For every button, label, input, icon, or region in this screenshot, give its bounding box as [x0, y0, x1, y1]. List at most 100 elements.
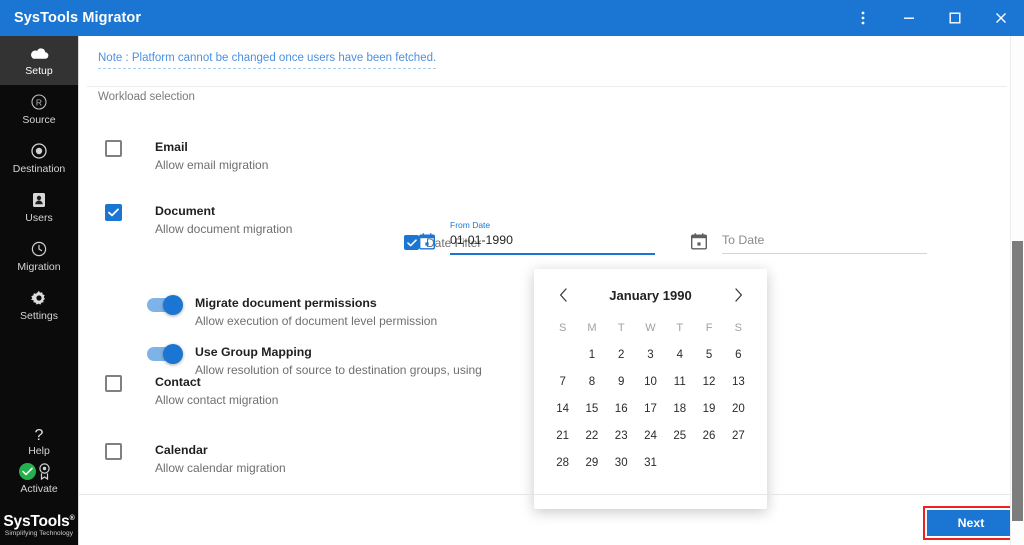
- date-picker-popup[interactable]: January 1990 S M T W T F S 1 2 3 4 5 6 7 8 9 10 11 12 13 14 1…: [534, 269, 767, 509]
- minimize-icon[interactable]: [886, 0, 932, 36]
- sidebar-item-source[interactable]: R Source: [0, 85, 78, 134]
- toggle-title: Migrate document permissions: [195, 296, 377, 310]
- title-bar: SysTools Migrator: [0, 0, 1024, 36]
- brand-logo: SysTools® Simplifying Technology: [0, 513, 78, 543]
- brand-trademark: ®: [69, 514, 75, 522]
- calendar-day[interactable]: 2: [607, 344, 636, 366]
- workload-subtitle: Allow document migration: [155, 222, 293, 236]
- toggle-migrate-permissions[interactable]: [147, 295, 183, 315]
- calendar-day[interactable]: 18: [665, 398, 694, 420]
- calendar-day[interactable]: 9: [607, 371, 636, 393]
- chevron-left-icon[interactable]: [552, 284, 574, 306]
- scrollbar-thumb[interactable]: [1012, 241, 1023, 521]
- footer-divider: [79, 494, 1024, 495]
- calendar-day[interactable]: 14: [548, 398, 577, 420]
- calendar-day[interactable]: 13: [724, 371, 753, 393]
- toggle-knob: [163, 295, 183, 315]
- workload-subtitle: Allow contact migration: [155, 393, 279, 407]
- calendar-day[interactable]: 5: [694, 344, 723, 366]
- calendar-day[interactable]: 15: [577, 398, 606, 420]
- sidebar-item-settings[interactable]: Settings: [0, 281, 78, 330]
- calendar-day[interactable]: 8: [577, 371, 606, 393]
- sidebar-item-destination[interactable]: Destination: [0, 134, 78, 183]
- sidebar: Setup R Source Destination Users Migrati…: [0, 36, 78, 545]
- from-date-field[interactable]: From Date 01-01-1990: [418, 220, 655, 255]
- note-bar: Note : Platform cannot be changed once u…: [79, 36, 1024, 86]
- calendar-day[interactable]: 24: [636, 425, 665, 447]
- to-date-input[interactable]: To Date: [722, 233, 764, 247]
- sidebar-item-migration[interactable]: Migration: [0, 232, 78, 281]
- calendar-icon[interactable]: [690, 233, 708, 255]
- date-picker-header: January 1990: [548, 281, 753, 309]
- next-button-highlight: Next: [923, 506, 1019, 540]
- app-title: SysTools Migrator: [14, 10, 142, 26]
- calendar-day[interactable]: 10: [636, 371, 665, 393]
- calendar-day[interactable]: 12: [694, 371, 723, 393]
- calendar-day[interactable]: 3: [636, 344, 665, 366]
- brand-name: SysTools®: [3, 513, 74, 531]
- menu-icon[interactable]: [840, 0, 886, 36]
- calendar-day[interactable]: 20: [724, 398, 753, 420]
- from-date-input[interactable]: 01-01-1990: [450, 233, 513, 247]
- calendar-day[interactable]: 29: [577, 452, 606, 474]
- destination-icon: [31, 143, 47, 160]
- calendar-dow: F: [705, 322, 713, 334]
- calendar-dow: T: [676, 322, 684, 334]
- close-icon[interactable]: [978, 0, 1024, 36]
- calendar-day[interactable]: 21: [548, 425, 577, 447]
- workload-row-email[interactable]: Email Allow email migration: [105, 140, 268, 173]
- sidebar-item-label: Destination: [12, 162, 66, 175]
- calendar-day[interactable]: 11: [665, 371, 694, 393]
- toggle-knob: [163, 344, 183, 364]
- calendar-day[interactable]: 30: [607, 452, 636, 474]
- chevron-right-icon[interactable]: [727, 284, 749, 306]
- calendar-dow: S: [558, 322, 567, 334]
- calendar-day[interactable]: 23: [607, 425, 636, 447]
- sidebar-item-activate[interactable]: Activate: [19, 463, 59, 495]
- sidebar-item-help[interactable]: ? Help: [28, 428, 50, 458]
- toggle-row-group-mapping[interactable]: Use Group Mapping Allow resolution of so…: [147, 344, 482, 378]
- maximize-icon[interactable]: [932, 0, 978, 36]
- toggle-row-migrate-permissions[interactable]: Migrate document permissions Allow execu…: [147, 295, 437, 329]
- workload-row-contact[interactable]: Contact Allow contact migration: [105, 375, 278, 408]
- clock-icon: [31, 241, 47, 258]
- checkbox-date-filter[interactable]: [404, 235, 419, 250]
- calendar-day[interactable]: 28: [548, 452, 577, 474]
- date-picker-title[interactable]: January 1990: [609, 288, 691, 303]
- calendar-dow: W: [645, 322, 656, 334]
- calendar-day[interactable]: 16: [607, 398, 636, 420]
- help-label: Help: [28, 445, 50, 457]
- calendar-day[interactable]: 25: [665, 425, 694, 447]
- calendar-day[interactable]: 19: [694, 398, 723, 420]
- next-button[interactable]: Next: [927, 510, 1015, 536]
- sidebar-item-users[interactable]: Users: [0, 183, 78, 232]
- toggle-group-mapping[interactable]: [147, 344, 183, 364]
- calendar-day[interactable]: 7: [548, 371, 577, 393]
- checkbox-calendar[interactable]: [105, 443, 122, 460]
- calendar-icon[interactable]: [418, 233, 436, 255]
- checkbox-contact[interactable]: [105, 375, 122, 392]
- sidebar-item-label: Migration: [17, 260, 61, 273]
- calendar-day[interactable]: 6: [724, 344, 753, 366]
- to-date-field[interactable]: To Date: [690, 233, 927, 255]
- calendar-day[interactable]: 27: [724, 425, 753, 447]
- checkbox-document[interactable]: [105, 204, 122, 221]
- calendar-day[interactable]: 17: [636, 398, 665, 420]
- calendar-day[interactable]: 22: [577, 425, 606, 447]
- sidebar-item-setup[interactable]: Setup: [0, 36, 78, 85]
- calendar-day[interactable]: 1: [577, 344, 606, 366]
- calendar-day-blank: [548, 344, 577, 366]
- sidebar-item-label: Source: [22, 113, 56, 126]
- to-date-underline: [722, 253, 927, 254]
- calendar-day[interactable]: 31: [636, 452, 665, 474]
- checkbox-email[interactable]: [105, 140, 122, 157]
- calendar-day[interactable]: 26: [694, 425, 723, 447]
- workload-subtitle: Allow email migration: [155, 158, 269, 172]
- from-date-underline: [450, 253, 655, 255]
- workload-title: Calendar: [155, 443, 208, 457]
- calendar-day[interactable]: 4: [665, 344, 694, 366]
- vertical-scrollbar[interactable]: [1010, 36, 1024, 545]
- brand-tagline: Simplifying Technology: [4, 530, 74, 537]
- workload-row-calendar[interactable]: Calendar Allow calendar migration: [105, 443, 286, 476]
- workload-row-document[interactable]: Document Allow document migration: [105, 204, 292, 237]
